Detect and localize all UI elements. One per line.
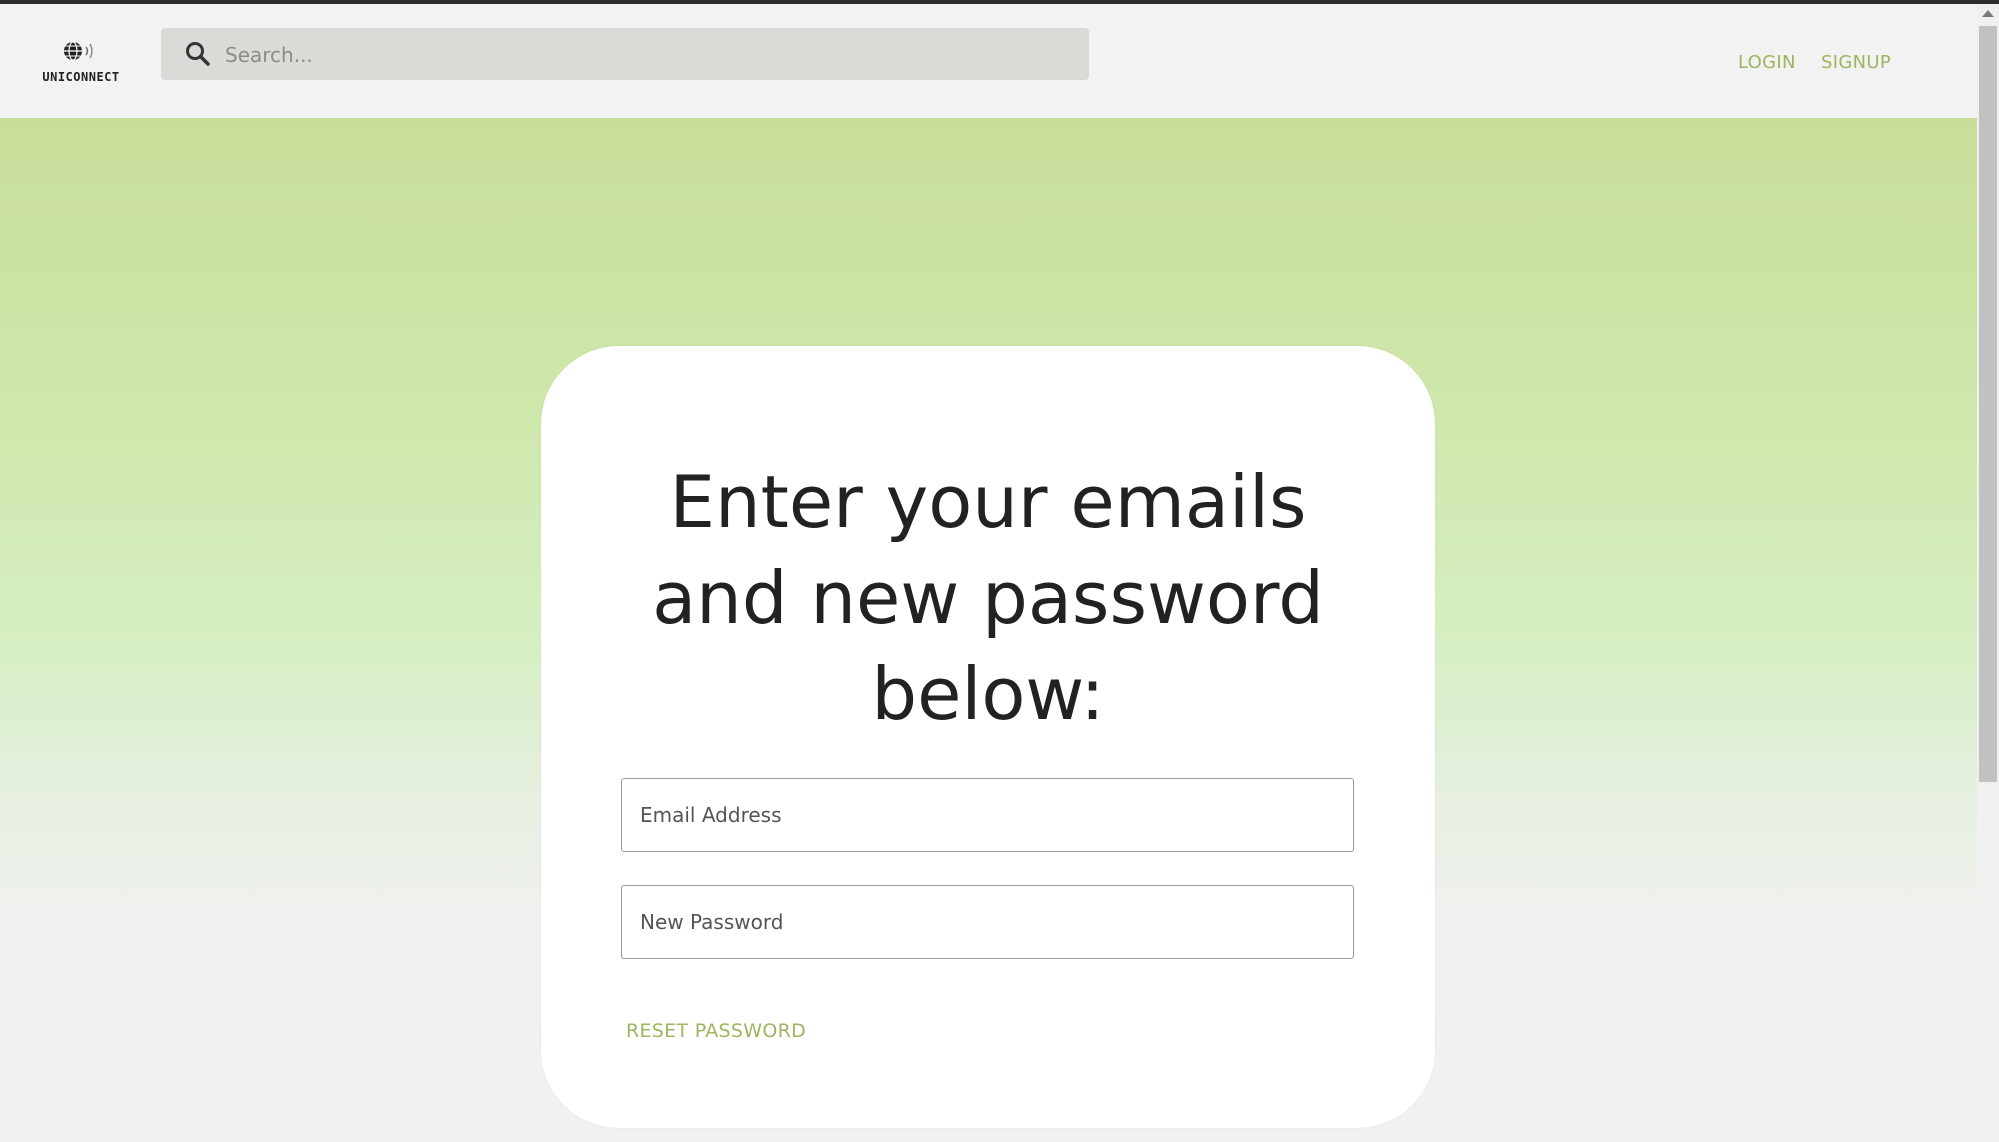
- scrollbar-thumb[interactable]: [1979, 26, 1997, 782]
- new-password-field[interactable]: [621, 885, 1354, 959]
- email-field[interactable]: [621, 778, 1354, 852]
- reset-password-button[interactable]: RESET PASSWORD: [626, 1020, 806, 1042]
- scroll-up-arrow-icon[interactable]: [1982, 10, 1994, 17]
- search-input[interactable]: [223, 36, 1067, 74]
- site-header: UNICONNECT LOGIN SIGNUP: [0, 4, 1977, 118]
- page-title: Enter your emails and new password below…: [652, 460, 1324, 736]
- globe-signal-icon: [64, 41, 93, 61]
- signup-link[interactable]: SIGNUP: [1821, 52, 1891, 73]
- search-icon: [186, 42, 210, 66]
- reset-password-card: Enter your emails and new password below…: [541, 346, 1435, 1128]
- search-bar[interactable]: [161, 28, 1089, 80]
- logo-text: UNICONNECT: [42, 70, 120, 84]
- uniconnect-logo[interactable]: UNICONNECT: [38, 40, 124, 88]
- login-link[interactable]: LOGIN: [1738, 52, 1796, 73]
- vertical-scrollbar[interactable]: [1977, 4, 1999, 1142]
